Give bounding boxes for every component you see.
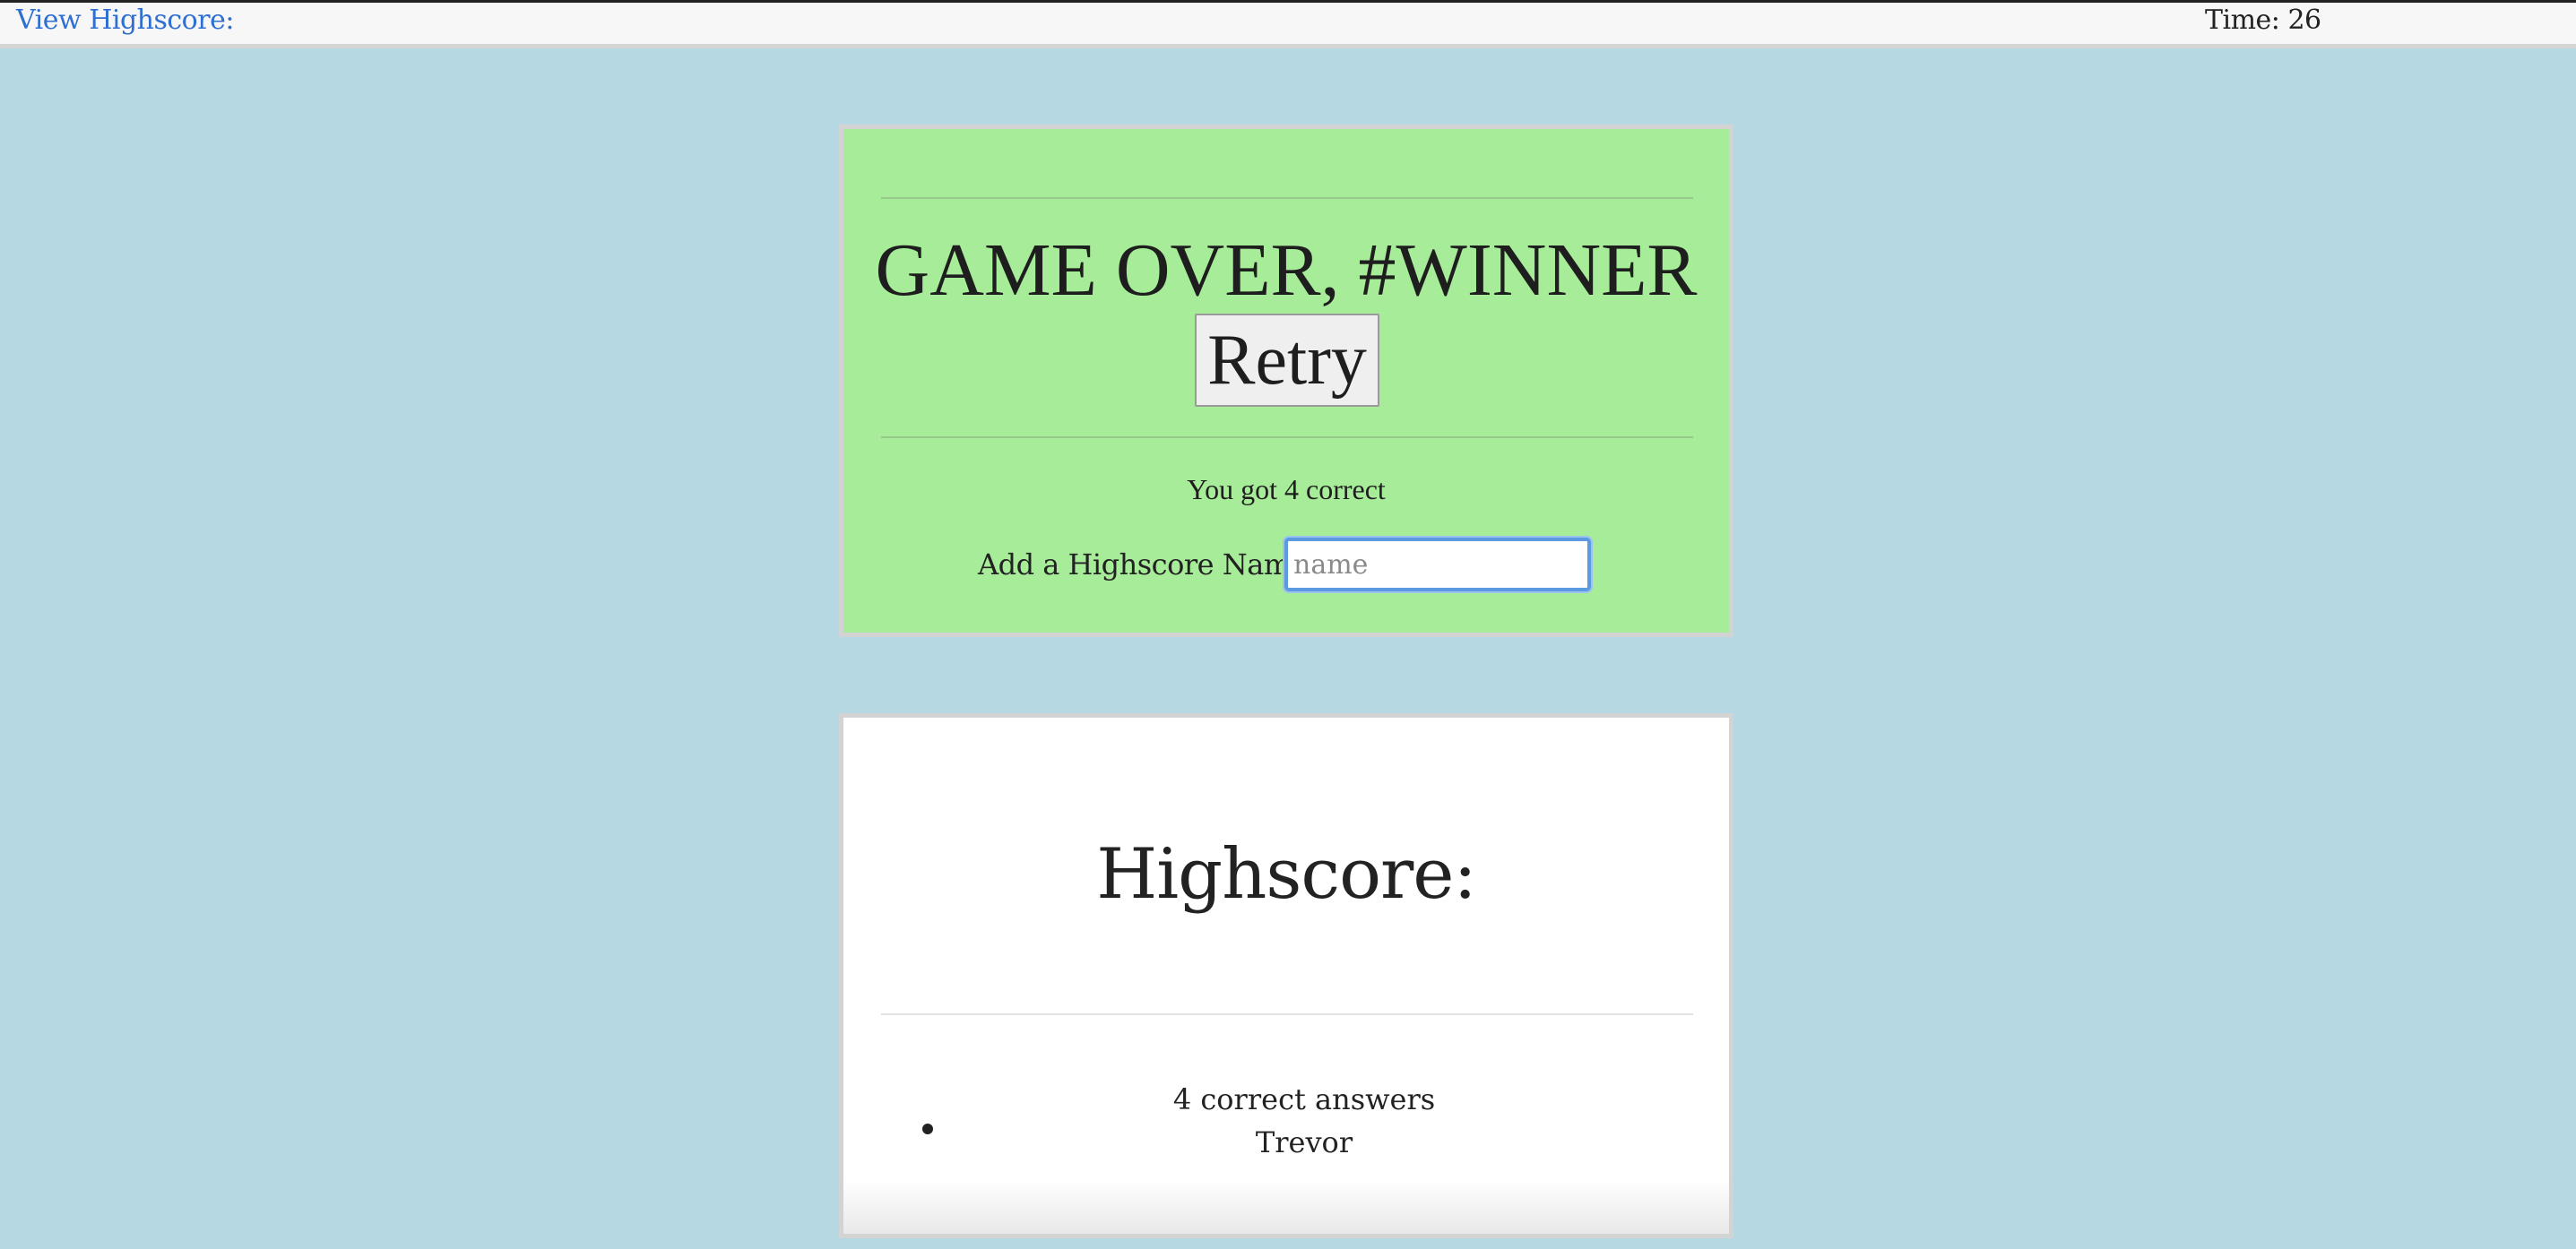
game-over-card: GAME OVER, #WINNER Retry You got 4 corre…	[839, 125, 1733, 637]
top-bar: View Highscore: Time: 26	[0, 0, 2576, 48]
highscore-divider	[881, 1013, 1693, 1015]
bullet-icon	[922, 1124, 933, 1134]
highscore-name-input[interactable]	[1284, 538, 1591, 591]
highscore-entry-score: 4 correct answers	[1172, 1082, 1436, 1116]
highscore-list: 4 correct answers Trevor	[843, 1078, 1729, 1164]
game-over-title: GAME OVER, #WINNER	[875, 228, 1698, 312]
highscore-title: Highscore:	[1096, 834, 1477, 915]
score-summary: You got 4 correct	[1187, 473, 1386, 505]
highscore-entry: 4 correct answers Trevor	[843, 1078, 1729, 1164]
timer-display: Time: 26	[2205, 4, 2321, 36]
highscore-name-label: Add a Highscore Name:	[978, 547, 1317, 581]
divider-top	[881, 197, 1693, 199]
divider-middle	[881, 436, 1693, 438]
retry-button[interactable]: Retry	[1195, 314, 1379, 407]
view-highscore-link[interactable]: View Highscore:	[16, 3, 234, 39]
bottom-fade	[843, 1180, 1729, 1234]
highscore-entry-name: Trevor	[1255, 1125, 1353, 1159]
highscore-card: Highscore: 4 correct answers Trevor	[839, 713, 1733, 1238]
highscore-name-row: Add a Highscore Name:	[843, 538, 1729, 593]
